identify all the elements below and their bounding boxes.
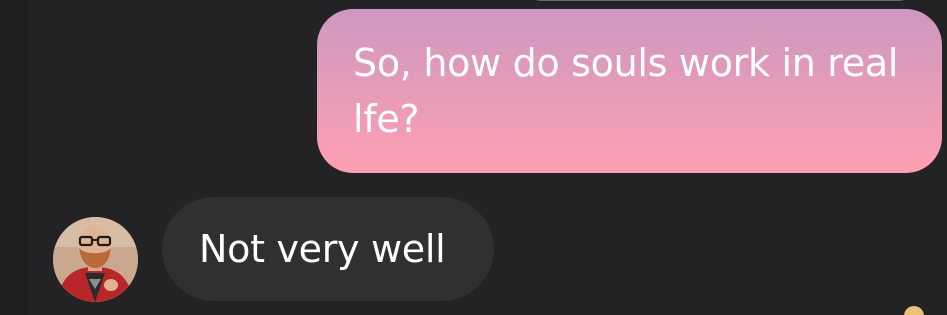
sender-avatar[interactable]: [53, 217, 138, 302]
reaction-icon[interactable]: [904, 306, 924, 315]
avatar-photo-icon: [53, 217, 138, 302]
outgoing-message-bubble[interactable]: So, how do souls work in real lfe?: [317, 9, 942, 173]
previous-message-bubble[interactable]: [520, 0, 920, 1]
left-rail: [0, 0, 28, 315]
incoming-message-bubble[interactable]: Not very well: [162, 197, 494, 301]
